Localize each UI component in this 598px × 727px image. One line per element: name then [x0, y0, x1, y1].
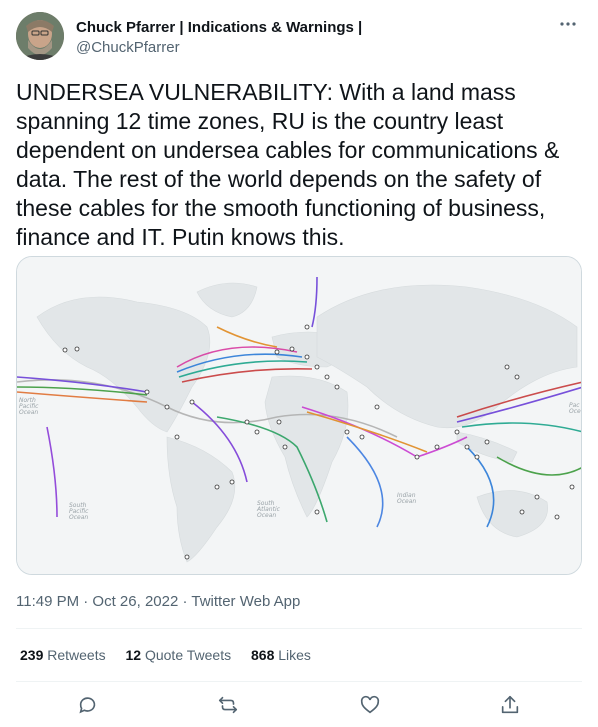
- likes-label: Likes: [278, 647, 311, 663]
- likes-stat[interactable]: 868 Likes: [251, 646, 311, 664]
- avatar[interactable]: [16, 12, 64, 60]
- label-right-edge: Pac Oce: [569, 402, 581, 415]
- tweet-timestamp[interactable]: 11:49 PM · Oct 26, 2022 · Twitter Web Ap…: [16, 592, 300, 612]
- name-block: Chuck Pfarrer | Indications & Warnings |…: [76, 18, 362, 58]
- action-bar: [0, 690, 598, 720]
- divider: [16, 628, 582, 629]
- tweet-text: UNDERSEA VULNERABILITY: With a land mass…: [16, 79, 560, 250]
- quotes-label: Quote Tweets: [144, 647, 232, 663]
- world-map: North Pacific Ocean South Pacific Ocean Sout…: [17, 257, 581, 574]
- tweet-header: Chuck Pfarrer | Indications & Warnings |…: [16, 12, 582, 64]
- quotes-stat[interactable]: 12 Quote Tweets: [126, 646, 232, 664]
- share-icon[interactable]: [495, 690, 525, 720]
- retweets-stat[interactable]: 239 Retweets: [20, 646, 106, 664]
- label-south-pacific: South Pacific Ocean: [69, 502, 89, 521]
- quotes-count: 12: [125, 647, 142, 663]
- avatar-image: [16, 12, 64, 60]
- display-name[interactable]: Chuck Pfarrer | Indications & Warnings |: [76, 18, 362, 38]
- retweets-count: 239: [20, 647, 44, 663]
- like-icon[interactable]: [355, 690, 385, 720]
- tweet-image-cable-map[interactable]: North Pacific Ocean South Pacific Ocean Sout…: [16, 256, 582, 575]
- tweet-stats: 239 Retweets 12 Quote Tweets 868 Likes: [20, 646, 327, 664]
- divider: [16, 681, 582, 682]
- handle[interactable]: @ChuckPfarrer: [76, 38, 362, 58]
- retweets-label: Retweets: [47, 647, 106, 663]
- label-indian: Indian Ocean: [397, 492, 416, 505]
- reply-icon[interactable]: [73, 690, 103, 720]
- retweet-icon[interactable]: [213, 690, 243, 720]
- likes-count: 868: [251, 647, 275, 663]
- more-icon[interactable]: [556, 14, 580, 34]
